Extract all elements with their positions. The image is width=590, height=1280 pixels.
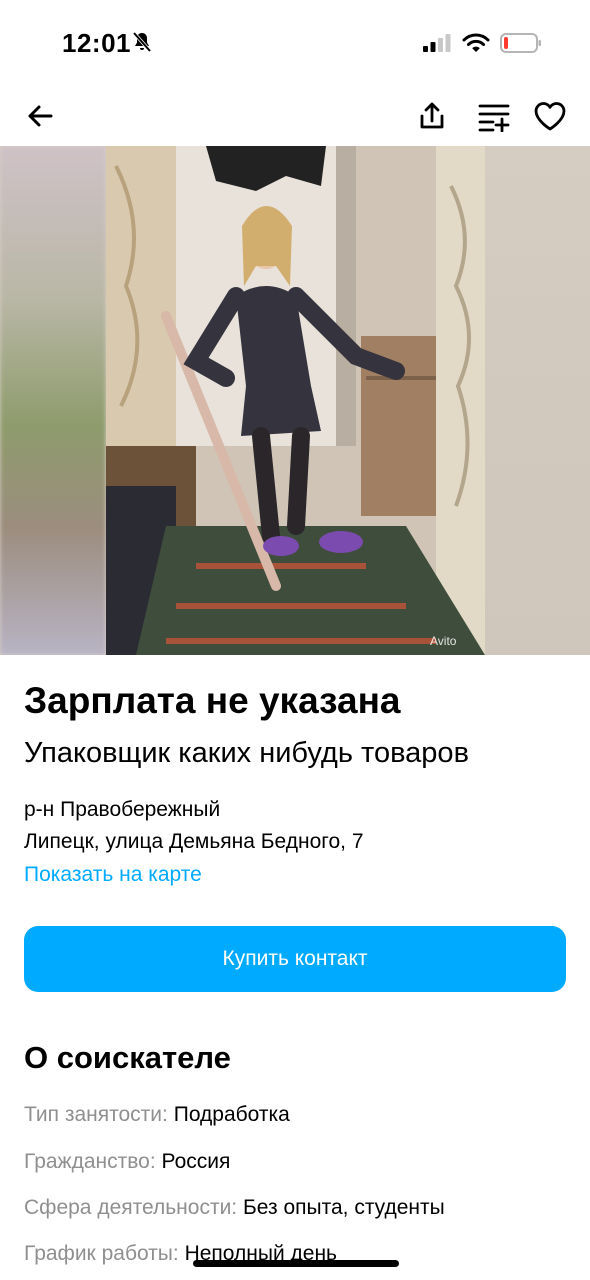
back-button[interactable] [20, 96, 60, 136]
cellular-signal-icon [423, 34, 451, 52]
heart-icon [534, 102, 566, 131]
share-icon [420, 102, 444, 129]
about-row-label: Сфера деятельности: [24, 1196, 238, 1219]
buy-contact-button[interactable]: Купить контакт [24, 926, 566, 992]
about-row-value: Россия [161, 1150, 231, 1173]
gallery-blur-left [0, 146, 106, 655]
about-row-citizenship: Гражданство: Россия [24, 1150, 230, 1174]
address-text: Липецк, улица Демьяна Бедного, 7 [24, 830, 364, 853]
compare-button[interactable] [474, 96, 514, 136]
share-button[interactable] [412, 96, 452, 136]
status-bar: 12:01 [0, 0, 590, 88]
gallery-blur-right [485, 146, 590, 655]
about-row-label: Гражданство: [24, 1150, 156, 1173]
compare-icon [478, 104, 510, 132]
about-row-value: Без опыта, студенты [242, 1196, 445, 1219]
buy-contact-label: Купить контакт [222, 947, 368, 970]
status-time: 12:01 [62, 28, 131, 58]
photo-gallery[interactable]: Avito [0, 146, 590, 655]
district-text: р-н Правобережный [24, 798, 221, 821]
about-row-label: График работы: [24, 1242, 179, 1265]
about-row-label: Тип занятости: [24, 1103, 168, 1126]
wifi-icon [462, 33, 490, 52]
battery-low-icon [500, 33, 541, 53]
about-section-heading: О соискателе [24, 1040, 231, 1075]
avito-watermark: Avito [430, 634, 457, 648]
about-row-value: Подработка [173, 1103, 290, 1126]
salary-heading: Зарплата не указана [24, 680, 401, 721]
listing-photo[interactable] [106, 146, 485, 655]
home-indicator[interactable] [193, 1260, 399, 1267]
about-row-field: Сфера деятельности: Без опыта, студенты [24, 1196, 445, 1220]
listing-title: Упаковщик каких нибудь товаров [24, 737, 469, 769]
top-nav-bar [0, 88, 590, 146]
favorite-button[interactable] [530, 96, 570, 136]
arrow-left-icon [28, 105, 53, 127]
bell-muted-icon [132, 31, 152, 53]
about-row-employment: Тип занятости: Подработка [24, 1103, 290, 1127]
show-on-map-link[interactable]: Показать на карте [24, 863, 202, 887]
